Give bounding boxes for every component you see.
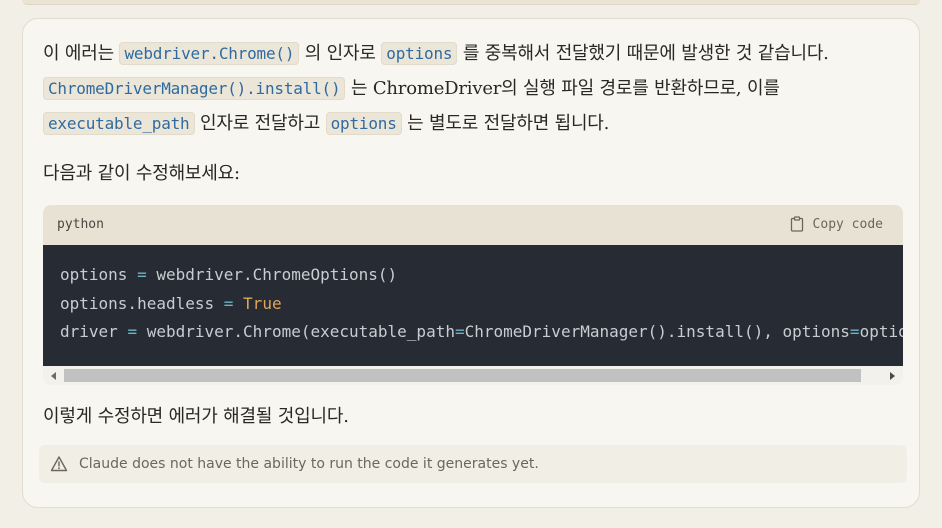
explanation-paragraph: 이 에러는 webdriver.Chrome() 의 인자로 options 를… [43,36,879,141]
code-operator: = [454,322,465,341]
text-span: 인자로 전달하고 [194,113,326,134]
code-token: options [60,265,138,284]
code-operator: = [223,293,234,313]
horizontal-scrollbar[interactable] [43,366,903,385]
copy-code-button[interactable]: Copy code [790,216,883,232]
copy-code-label: Copy code [812,216,883,232]
text-span: 이 에러는 [43,43,120,64]
code-line: driver = webdriver.Chrome(executable_pat… [60,318,903,347]
text-span: 의 인자로 [299,43,382,64]
inline-code: webdriver.Chrome() [119,42,300,65]
text-span: 는 별도로 전달하면 됩니다. [401,113,610,134]
code-token: driver [60,322,128,341]
scroll-left-arrow-icon[interactable] [51,372,56,380]
disclaimer-text: Claude does not have the ability to run … [79,456,539,472]
inline-code: options [381,42,458,65]
scroll-right-arrow-icon[interactable] [890,372,895,380]
code-operator: = [127,322,138,341]
conclusion-paragraph: 이렇게 수정하면 에러가 해결될 것입니다. [43,406,349,427]
code-lines: options = webdriver.ChromeOptions() optio… [60,261,903,347]
code-operator: = [137,265,147,284]
assistant-message: 이 에러는 webdriver.Chrome() 의 인자로 options 를… [22,18,920,508]
code-line: options.headless = True [60,290,903,319]
previous-message-edge [22,0,920,5]
code-token: ChromeDriverManager().install(), options [464,322,850,341]
code-block: python Copy code options = webdriver.Chr… [43,205,903,385]
code-boolean: True [243,293,282,313]
warning-triangle-icon [50,456,68,472]
code-token: options.headless [60,293,224,313]
instruction-paragraph: 다음과 같이 수정해보세요: [43,163,240,184]
code-token: webdriver.ChromeOptions() [146,265,398,284]
code-operator: = [849,322,860,341]
inline-code: options [325,112,402,135]
code-header: python Copy code [43,205,903,245]
code-disclaimer: Claude does not have the ability to run … [39,445,907,483]
code-language-label: python [57,217,104,232]
code-line: options = webdriver.ChromeOptions() [60,261,903,290]
scrollbar-thumb[interactable] [64,369,861,382]
clipboard-icon [790,216,803,232]
inline-code: executable_path [43,112,195,135]
text-span: 는 ChromeDriver의 실행 파일 경로를 반환하므로, 이를 [345,78,780,99]
inline-code: ChromeDriverManager().install() [43,77,346,100]
code-token: webdriver.Chrome(executable_path [137,322,455,341]
code-body: options = webdriver.ChromeOptions() optio… [43,245,903,366]
code-token: options) [859,322,903,341]
text-span: 를 중복해서 전달했기 때문에 발생한 것 같습니다. [457,43,829,64]
